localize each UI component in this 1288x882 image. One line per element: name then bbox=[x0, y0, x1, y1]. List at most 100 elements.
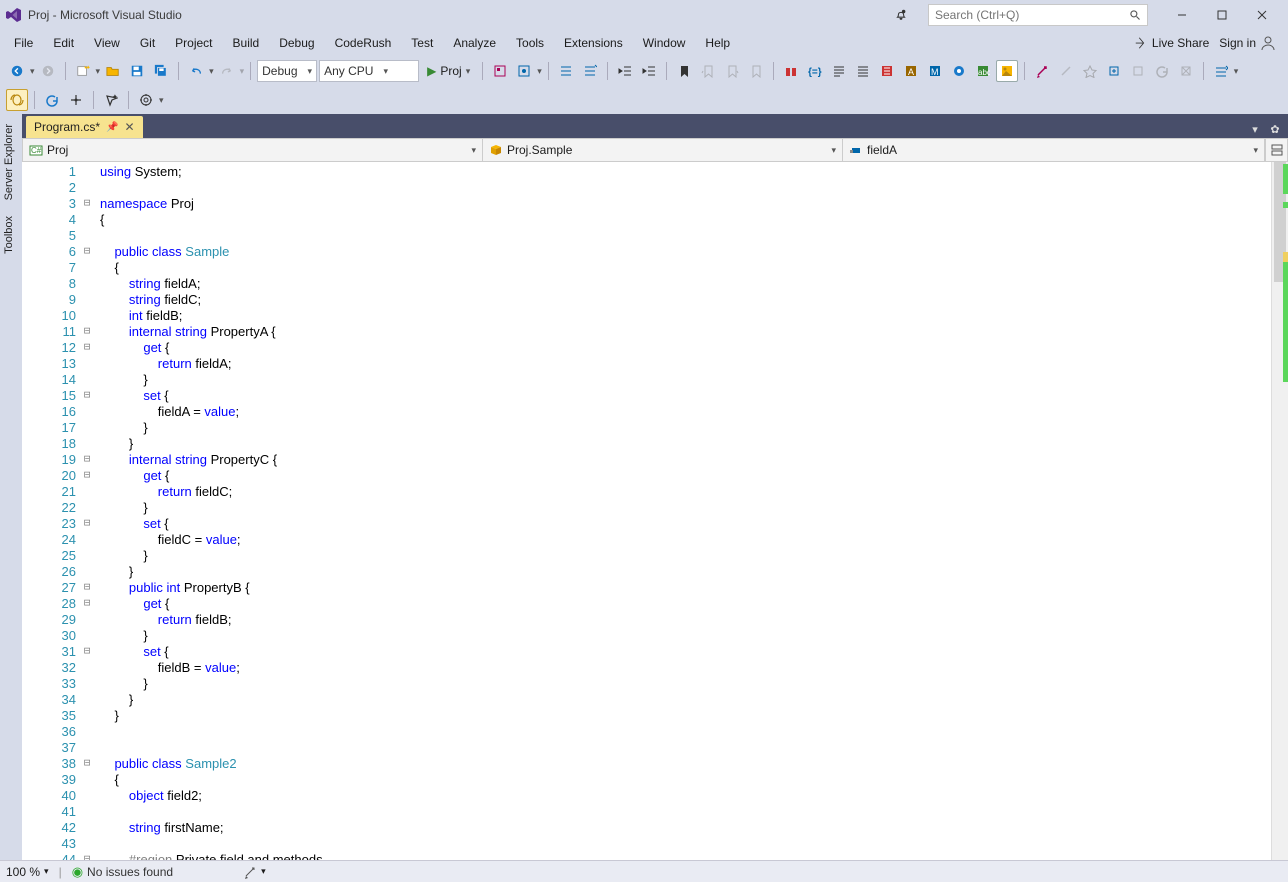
menu-build[interactable]: Build bbox=[223, 33, 270, 53]
zoom-control[interactable]: 100 % ▾ bbox=[6, 865, 49, 879]
maximize-button[interactable] bbox=[1202, 4, 1242, 26]
nav-class-dropdown[interactable]: Proj.Sample▾ bbox=[483, 139, 843, 161]
close-button[interactable] bbox=[1242, 4, 1282, 26]
decrease-indent-button[interactable] bbox=[614, 60, 636, 82]
menu-project[interactable]: Project bbox=[165, 33, 222, 53]
cr-icon-13[interactable] bbox=[1079, 60, 1101, 82]
cr-icon-3[interactable] bbox=[828, 60, 850, 82]
menu-coderush[interactable]: CodeRush bbox=[325, 33, 402, 53]
tool-icon-2[interactable] bbox=[513, 60, 535, 82]
cr-icon-15[interactable] bbox=[1127, 60, 1149, 82]
cr-icon-16[interactable] bbox=[1151, 60, 1173, 82]
solution-config-dropdown[interactable]: Debug▾ bbox=[257, 60, 317, 82]
t2-icon-3[interactable] bbox=[65, 89, 87, 111]
field-icon bbox=[849, 143, 863, 157]
navigation-bar: C# Proj▾ Proj.Sample▾ fieldA▾ bbox=[22, 138, 1288, 162]
menu-view[interactable]: View bbox=[84, 33, 130, 53]
status-tool[interactable]: ▾ bbox=[243, 865, 266, 879]
ok-icon: ◉ bbox=[72, 864, 83, 880]
uncomment-button[interactable] bbox=[579, 60, 601, 82]
cr-icon-9[interactable]: abc bbox=[972, 60, 994, 82]
error-status[interactable]: ◉ No issues found bbox=[72, 864, 173, 880]
solution-config-value: Debug bbox=[262, 64, 297, 78]
cr-icon-4[interactable] bbox=[852, 60, 874, 82]
t2-icon-5[interactable] bbox=[135, 89, 157, 111]
menu-edit[interactable]: Edit bbox=[43, 33, 84, 53]
svg-text:abc: abc bbox=[978, 68, 990, 77]
menu-file[interactable]: File bbox=[4, 33, 43, 53]
code-editor[interactable]: 1234567891011121314151617181920212223242… bbox=[22, 162, 1288, 860]
menu-analyze[interactable]: Analyze bbox=[443, 33, 506, 53]
undo-button[interactable] bbox=[185, 60, 207, 82]
notification-icon[interactable] bbox=[894, 8, 908, 22]
cr-icon-12[interactable] bbox=[1055, 60, 1077, 82]
menu-debug[interactable]: Debug bbox=[269, 33, 324, 53]
sign-in-button[interactable]: Sign in bbox=[1219, 35, 1276, 51]
code-area[interactable]: using System; namespace Proj{ public cla… bbox=[94, 162, 1271, 860]
bookmark-button[interactable] bbox=[673, 60, 695, 82]
cr-icon-1[interactable] bbox=[780, 60, 802, 82]
svg-text:A: A bbox=[908, 67, 914, 77]
svg-text:{=}: {=} bbox=[808, 67, 822, 78]
solution-platform-dropdown[interactable]: Any CPU▾ bbox=[319, 60, 419, 82]
main-toolbar: ▾ ✦ ▾ ▾ ▾ Debug▾ Any CPU▾ ▶ Proj ▾ ▾ {=}… bbox=[0, 56, 1288, 86]
tab-overflow-button[interactable]: ▾ bbox=[1246, 120, 1264, 138]
cr-icon-18[interactable] bbox=[1210, 60, 1232, 82]
start-debug-button[interactable]: ▶ Proj ▾ bbox=[421, 60, 476, 82]
tab-settings-button[interactable]: ✿ bbox=[1266, 120, 1284, 138]
tool-icon-1[interactable] bbox=[489, 60, 511, 82]
search-icon bbox=[1129, 9, 1141, 21]
zoom-value: 100 % bbox=[6, 865, 40, 879]
search-box[interactable] bbox=[928, 4, 1148, 26]
vs-logo-icon bbox=[6, 7, 22, 23]
t2-icon-2[interactable] bbox=[41, 89, 63, 111]
search-input[interactable] bbox=[935, 8, 1129, 22]
cr-icon-2[interactable]: {=} bbox=[804, 60, 826, 82]
menu-extensions[interactable]: Extensions bbox=[554, 33, 633, 53]
svg-text:✦: ✦ bbox=[112, 93, 118, 101]
open-button[interactable] bbox=[102, 60, 124, 82]
tool-bm3[interactable] bbox=[745, 60, 767, 82]
solution-platform-value: Any CPU bbox=[324, 64, 373, 78]
pin-icon[interactable]: 📌 bbox=[106, 122, 118, 133]
menu-git[interactable]: Git bbox=[130, 33, 165, 53]
minimize-button[interactable] bbox=[1162, 4, 1202, 26]
increase-indent-button[interactable] bbox=[638, 60, 660, 82]
cr-icon-14[interactable] bbox=[1103, 60, 1125, 82]
nav-back-button[interactable] bbox=[6, 60, 28, 82]
vertical-scrollbar[interactable] bbox=[1271, 162, 1288, 860]
nav-project-dropdown[interactable]: C# Proj▾ bbox=[23, 139, 483, 161]
menu-window[interactable]: Window bbox=[633, 33, 696, 53]
cr-icon-10[interactable] bbox=[996, 60, 1018, 82]
t2-icon-1[interactable] bbox=[6, 89, 28, 111]
document-tab-program[interactable]: Program.cs* 📌 ✕ bbox=[26, 116, 143, 138]
cr-icon-7[interactable]: M bbox=[924, 60, 946, 82]
nav-forward-button[interactable] bbox=[37, 60, 59, 82]
live-share-button[interactable]: Live Share bbox=[1134, 36, 1209, 50]
cr-icon-6[interactable]: A bbox=[900, 60, 922, 82]
menu-test[interactable]: Test bbox=[401, 33, 443, 53]
overview-ruler bbox=[1282, 162, 1288, 860]
cr-icon-8[interactable] bbox=[948, 60, 970, 82]
split-editor-button[interactable] bbox=[1265, 139, 1287, 161]
tool-bm2[interactable] bbox=[721, 60, 743, 82]
redo-button[interactable] bbox=[216, 60, 238, 82]
comment-out-button[interactable] bbox=[555, 60, 577, 82]
menu-help[interactable]: Help bbox=[695, 33, 740, 53]
fold-gutter[interactable]: ⊟⊟⊟⊟⊟⊟⊟⊟⊟⊟⊟⊟⊟ bbox=[80, 162, 94, 860]
cr-icon-17[interactable] bbox=[1175, 60, 1197, 82]
new-project-button[interactable]: ✦ bbox=[72, 60, 94, 82]
side-tab-toolbox[interactable]: Toolbox bbox=[0, 210, 18, 260]
cr-icon-11[interactable] bbox=[1031, 60, 1053, 82]
close-tab-button[interactable]: ✕ bbox=[124, 120, 134, 134]
nav-member-dropdown[interactable]: fieldA▾ bbox=[843, 139, 1265, 161]
title-bar: Proj - Microsoft Visual Studio bbox=[0, 0, 1288, 30]
menu-tools[interactable]: Tools bbox=[506, 33, 554, 53]
t2-icon-4[interactable]: ✦ bbox=[100, 89, 122, 111]
side-tab-server-explorer[interactable]: Server Explorer bbox=[0, 118, 18, 206]
save-button[interactable] bbox=[126, 60, 148, 82]
tool-bm1[interactable] bbox=[697, 60, 719, 82]
save-all-button[interactable] bbox=[150, 60, 172, 82]
cr-icon-5[interactable] bbox=[876, 60, 898, 82]
class-icon bbox=[489, 143, 503, 157]
